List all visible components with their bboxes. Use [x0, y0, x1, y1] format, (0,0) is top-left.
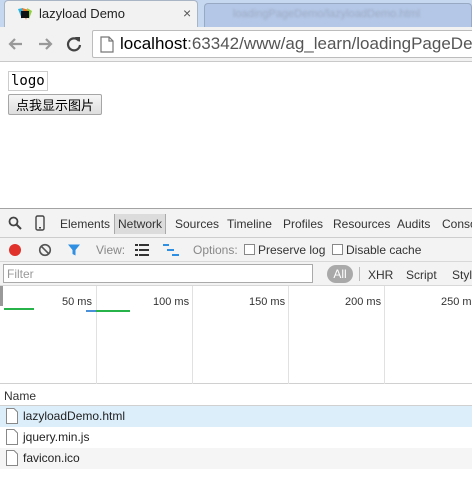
- view-label: View:: [96, 243, 126, 257]
- reload-icon: [66, 37, 82, 52]
- url-path: :63342/www/ag_learn/loadingPageDemo/lazy…: [187, 34, 472, 53]
- timeline-gridline: [192, 286, 193, 384]
- devtools-panel: Elements Network Sources Timeline Profil…: [0, 208, 472, 501]
- filter-row: Filter All XHR Script Style: [0, 262, 472, 286]
- show-image-button[interactable]: 点我显示图片: [8, 94, 103, 115]
- logo-placeholder: logo: [8, 71, 48, 91]
- page-content: logo 点我显示图片: [0, 63, 472, 208]
- devtools-tab-timeline[interactable]: Timeline: [227, 217, 272, 231]
- timeline-gridline: [96, 286, 97, 384]
- waterfall-view-icon[interactable]: [163, 244, 179, 256]
- devtools-tab-audits[interactable]: Audits: [397, 217, 430, 231]
- timeline-gridline: [384, 286, 385, 384]
- filter-placeholder: Filter: [7, 267, 34, 281]
- record-icon[interactable]: [8, 243, 22, 257]
- name-column-header[interactable]: Name: [0, 384, 472, 406]
- document-icon: [6, 408, 18, 424]
- options-label: Options:: [193, 243, 238, 257]
- devtools-tab-resources[interactable]: Resources: [333, 217, 390, 231]
- filter-all-button[interactable]: All: [327, 265, 353, 283]
- timeline-gridline: [288, 286, 289, 384]
- document-icon: [6, 429, 18, 445]
- list-view-icon[interactable]: [135, 244, 149, 256]
- waterfall-bar-jquery-wait: [86, 310, 96, 312]
- address-bar[interactable]: localhost:63342/www/ag_learn/loadingPage…: [92, 30, 472, 58]
- preserve-log-label: Preserve log: [258, 243, 326, 257]
- tick-label-250: 250 ms: [441, 296, 472, 308]
- url-text: localhost:63342/www/ag_learn/loadingPage…: [120, 34, 472, 54]
- request-name: jquery.min.js: [23, 430, 90, 444]
- disable-cache-checkbox[interactable]: [332, 244, 343, 255]
- inactive-tab-title: loadingPageDemo/lazyloadDemo.html: [233, 8, 421, 20]
- clear-icon[interactable]: [38, 243, 52, 257]
- table-empty-area: [0, 469, 472, 501]
- devtools-tab-network[interactable]: Network: [114, 214, 167, 234]
- forward-button[interactable]: [34, 33, 56, 55]
- document-icon: [6, 450, 18, 466]
- filter-funnel-icon[interactable]: [67, 243, 81, 257]
- back-arrow-icon: [8, 38, 22, 50]
- preserve-log-checkbox[interactable]: [244, 244, 255, 255]
- devtools-tab-elements[interactable]: Elements: [60, 217, 110, 231]
- table-row[interactable]: jquery.min.js: [0, 427, 472, 448]
- network-request-table: Name lazyloadDemo.html jquery.min.js fav…: [0, 384, 472, 501]
- tab-lazyload-demo[interactable]: lazyload Demo ×: [4, 0, 198, 27]
- waterfall-bar-html: [4, 308, 34, 310]
- waterfall-bar-jquery: [96, 310, 130, 312]
- filter-script[interactable]: Script: [406, 268, 437, 282]
- devtools-tab-profiles[interactable]: Profiles: [283, 217, 323, 231]
- back-button[interactable]: [5, 33, 27, 55]
- tick-label-50: 50 ms: [62, 296, 92, 308]
- table-row[interactable]: favicon.ico: [0, 448, 472, 469]
- request-name: lazyloadDemo.html: [23, 409, 126, 423]
- name-column-label: Name: [4, 389, 37, 403]
- tick-label-150: 150 ms: [249, 296, 286, 308]
- forward-arrow-icon: [39, 38, 53, 50]
- page-icon: [100, 36, 114, 53]
- tab-title: lazyload Demo: [39, 6, 125, 21]
- browser-toolbar: localhost:63342/www/ag_learn/loadingPage…: [0, 27, 472, 62]
- filter-input[interactable]: Filter: [3, 264, 313, 283]
- filter-xhr[interactable]: XHR: [368, 268, 393, 282]
- timeline-start-marker: [0, 286, 3, 306]
- devtools-tab-sources[interactable]: Sources: [175, 217, 219, 231]
- devtools-tab-console[interactable]: Console: [442, 217, 472, 231]
- network-toolbar: View: Options: Preserve log Disable cach…: [0, 238, 472, 262]
- disable-cache-label: Disable cache: [346, 243, 422, 257]
- device-mode-icon[interactable]: [35, 215, 45, 231]
- request-name: favicon.ico: [23, 451, 80, 465]
- filter-style[interactable]: Style: [452, 268, 472, 282]
- inspect-search-icon[interactable]: [8, 216, 22, 230]
- table-row[interactable]: lazyloadDemo.html: [0, 406, 472, 427]
- devtools-tab-bar: Elements Network Sources Timeline Profil…: [0, 209, 472, 238]
- tab-close-icon[interactable]: ×: [183, 5, 191, 21]
- browser-tab-strip: lazyload Demo × loadingPageDemo/lazyload…: [0, 0, 472, 27]
- tab-inactive[interactable]: loadingPageDemo/lazyloadDemo.html: [204, 3, 472, 27]
- reload-button[interactable]: [63, 33, 85, 55]
- tick-label-100: 100 ms: [153, 296, 190, 308]
- url-host: localhost: [120, 34, 188, 53]
- tick-label-200: 200 ms: [345, 296, 382, 308]
- filter-separator: [359, 267, 360, 281]
- network-overview-timeline[interactable]: 50 ms 100 ms 150 ms 200 ms 250 ms: [0, 286, 472, 384]
- webstorm-favicon-icon: [18, 8, 32, 20]
